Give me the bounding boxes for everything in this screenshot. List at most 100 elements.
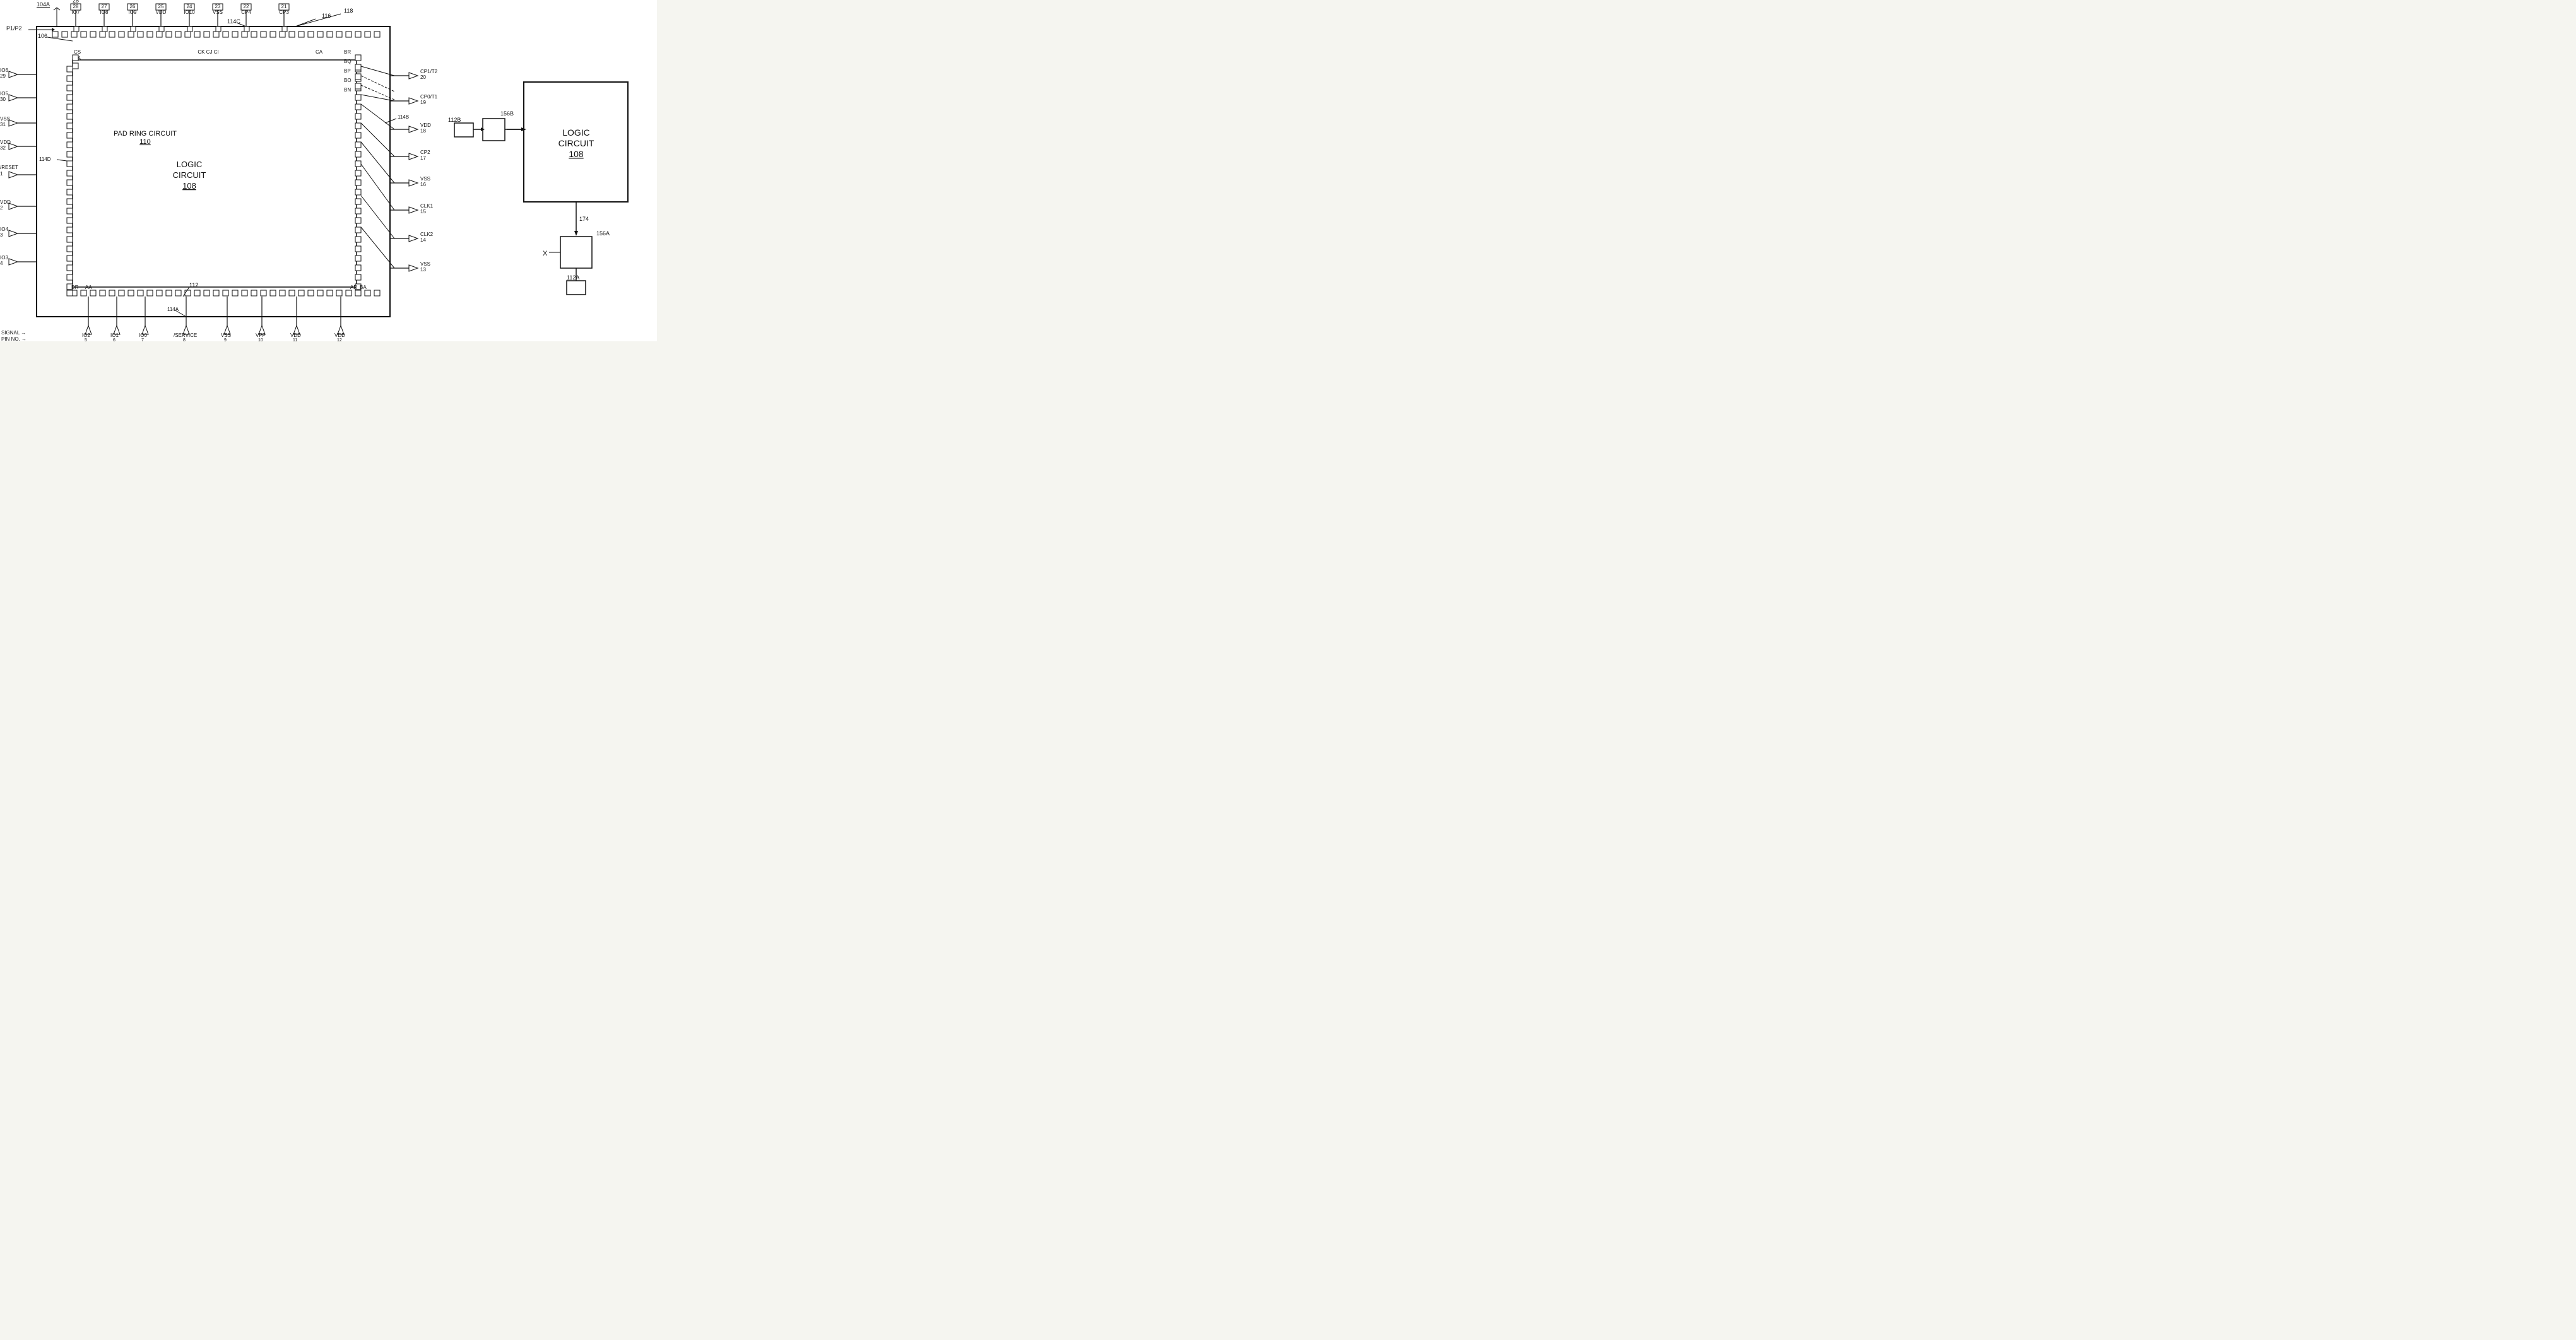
svg-text:118: 118: [344, 8, 353, 14]
diagram-container: LOGIC CIRCUIT 108 PAD RING CIRCUIT 110 2…: [0, 0, 657, 341]
svg-text:7: 7: [141, 338, 144, 341]
svg-text:9: 9: [224, 338, 227, 341]
svg-text:4: 4: [0, 261, 3, 266]
svg-text:IO3: IO3: [0, 255, 8, 261]
svg-text:IO10: IO10: [184, 9, 195, 15]
svg-text:112: 112: [189, 282, 198, 288]
svg-text:156A: 156A: [596, 230, 610, 237]
svg-text:IO9: IO9: [129, 9, 137, 15]
svg-text:112A: 112A: [567, 274, 579, 281]
svg-text:32: 32: [0, 145, 6, 151]
ref-104a: 104A: [37, 1, 50, 8]
svg-text:X: X: [543, 250, 548, 257]
svg-text:24: 24: [187, 4, 192, 9]
svg-text:CP0/T1: CP0/T1: [420, 94, 438, 100]
svg-text:BO: BO: [344, 78, 352, 83]
svg-text:12: 12: [337, 338, 342, 341]
svg-text:CLK2: CLK2: [420, 232, 434, 237]
svg-text:IO0: IO0: [139, 332, 147, 338]
svg-text:VSS: VSS: [221, 332, 231, 338]
svg-text:IO7: IO7: [72, 9, 80, 15]
svg-text:23: 23: [215, 4, 221, 9]
svg-text:CP2: CP2: [420, 150, 430, 155]
svg-text:11: 11: [293, 338, 297, 341]
pad-ring-number: 110: [139, 138, 151, 146]
svg-text:AR: AR: [350, 285, 357, 290]
inner-logic-label1: LOGIC: [177, 160, 202, 169]
svg-text:SIGNAL →: SIGNAL →: [1, 330, 26, 336]
svg-text:13: 13: [420, 267, 426, 273]
svg-text:27: 27: [102, 4, 107, 9]
svg-text:VDD: VDD: [290, 332, 301, 338]
svg-text:21: 21: [281, 4, 287, 9]
svg-text:26: 26: [130, 4, 136, 9]
svg-text:CP4: CP4: [241, 9, 251, 15]
svg-text:14: 14: [420, 237, 426, 243]
inner-logic-label3: 108: [182, 181, 196, 191]
svg-text:174: 174: [579, 216, 589, 222]
svg-text:BA: BA: [360, 285, 367, 290]
svg-text:VDD: VDD: [0, 199, 11, 205]
svg-text:AA: AA: [85, 285, 92, 290]
inner-logic-label2: CIRCUIT: [173, 170, 206, 180]
svg-text:VDD: VDD: [420, 122, 431, 128]
svg-text:1: 1: [0, 171, 3, 177]
svg-text:IO8: IO8: [100, 9, 109, 15]
svg-text:VDD: VDD: [0, 139, 11, 145]
svg-text:IO5: IO5: [0, 91, 8, 97]
p1p2-label: P1/P2: [6, 25, 22, 32]
svg-text:IO2: IO2: [82, 332, 90, 338]
svg-text:VPP: VPP: [256, 332, 266, 338]
svg-text:8: 8: [183, 338, 186, 341]
svg-text:22: 22: [244, 4, 249, 9]
svg-text:BP: BP: [344, 68, 351, 74]
svg-text:VDD: VDD: [334, 332, 345, 338]
svg-text:2: 2: [0, 205, 3, 211]
svg-text:18: 18: [420, 128, 426, 134]
ref-106: 106: [38, 33, 47, 39]
svg-text:BQ: BQ: [344, 59, 352, 64]
svg-text:CP1/T2: CP1/T2: [420, 69, 438, 74]
svg-text:10: 10: [258, 338, 263, 341]
svg-text:IO1: IO1: [110, 332, 119, 338]
svg-text:VSS: VSS: [420, 261, 430, 267]
svg-text:CS: CS: [74, 49, 81, 55]
svg-text:5: 5: [85, 338, 87, 341]
svg-text:VSS: VSS: [213, 9, 223, 15]
svg-text:20: 20: [420, 74, 426, 80]
svg-text:/RESET: /RESET: [0, 165, 18, 170]
right-logic-label3: 108: [569, 149, 584, 159]
right-logic-label1: LOGIC: [562, 127, 590, 138]
svg-text:DR: DR: [71, 285, 79, 290]
svg-text:CLK1: CLK1: [420, 203, 434, 209]
svg-text:CP3: CP3: [279, 9, 289, 15]
svg-text:/SERVICE: /SERVICE: [174, 332, 197, 338]
svg-text:VDD: VDD: [156, 9, 167, 15]
svg-text:CA: CA: [316, 49, 323, 55]
svg-text:PIN NO. →: PIN NO. →: [1, 336, 27, 341]
svg-text:15: 15: [420, 209, 426, 215]
svg-text:VSS: VSS: [0, 116, 10, 122]
svg-text:19: 19: [420, 100, 426, 105]
svg-text:6: 6: [113, 338, 115, 341]
svg-text:114D: 114D: [39, 156, 51, 162]
svg-text:BN: BN: [344, 87, 351, 93]
svg-text:VSS: VSS: [420, 176, 430, 182]
svg-text:BR: BR: [344, 49, 351, 55]
svg-text:156B: 156B: [500, 110, 514, 117]
svg-text:114B: 114B: [398, 114, 409, 120]
svg-text:29: 29: [0, 73, 6, 79]
svg-text:31: 31: [0, 122, 6, 127]
svg-text:30: 30: [0, 97, 6, 102]
svg-text:16: 16: [420, 182, 426, 187]
right-logic-label2: CIRCUIT: [558, 138, 594, 148]
svg-text:25: 25: [158, 4, 164, 9]
svg-text:IO4: IO4: [0, 226, 8, 232]
svg-text:IO6: IO6: [0, 68, 8, 73]
pad-ring-label: PAD RING CIRCUIT: [114, 130, 177, 138]
svg-text:112B: 112B: [448, 117, 461, 123]
top-pad-row: [52, 32, 380, 37]
svg-text:3: 3: [0, 232, 3, 238]
svg-text:CK CJ CI: CK CJ CI: [198, 49, 218, 55]
svg-text:28: 28: [73, 4, 79, 9]
